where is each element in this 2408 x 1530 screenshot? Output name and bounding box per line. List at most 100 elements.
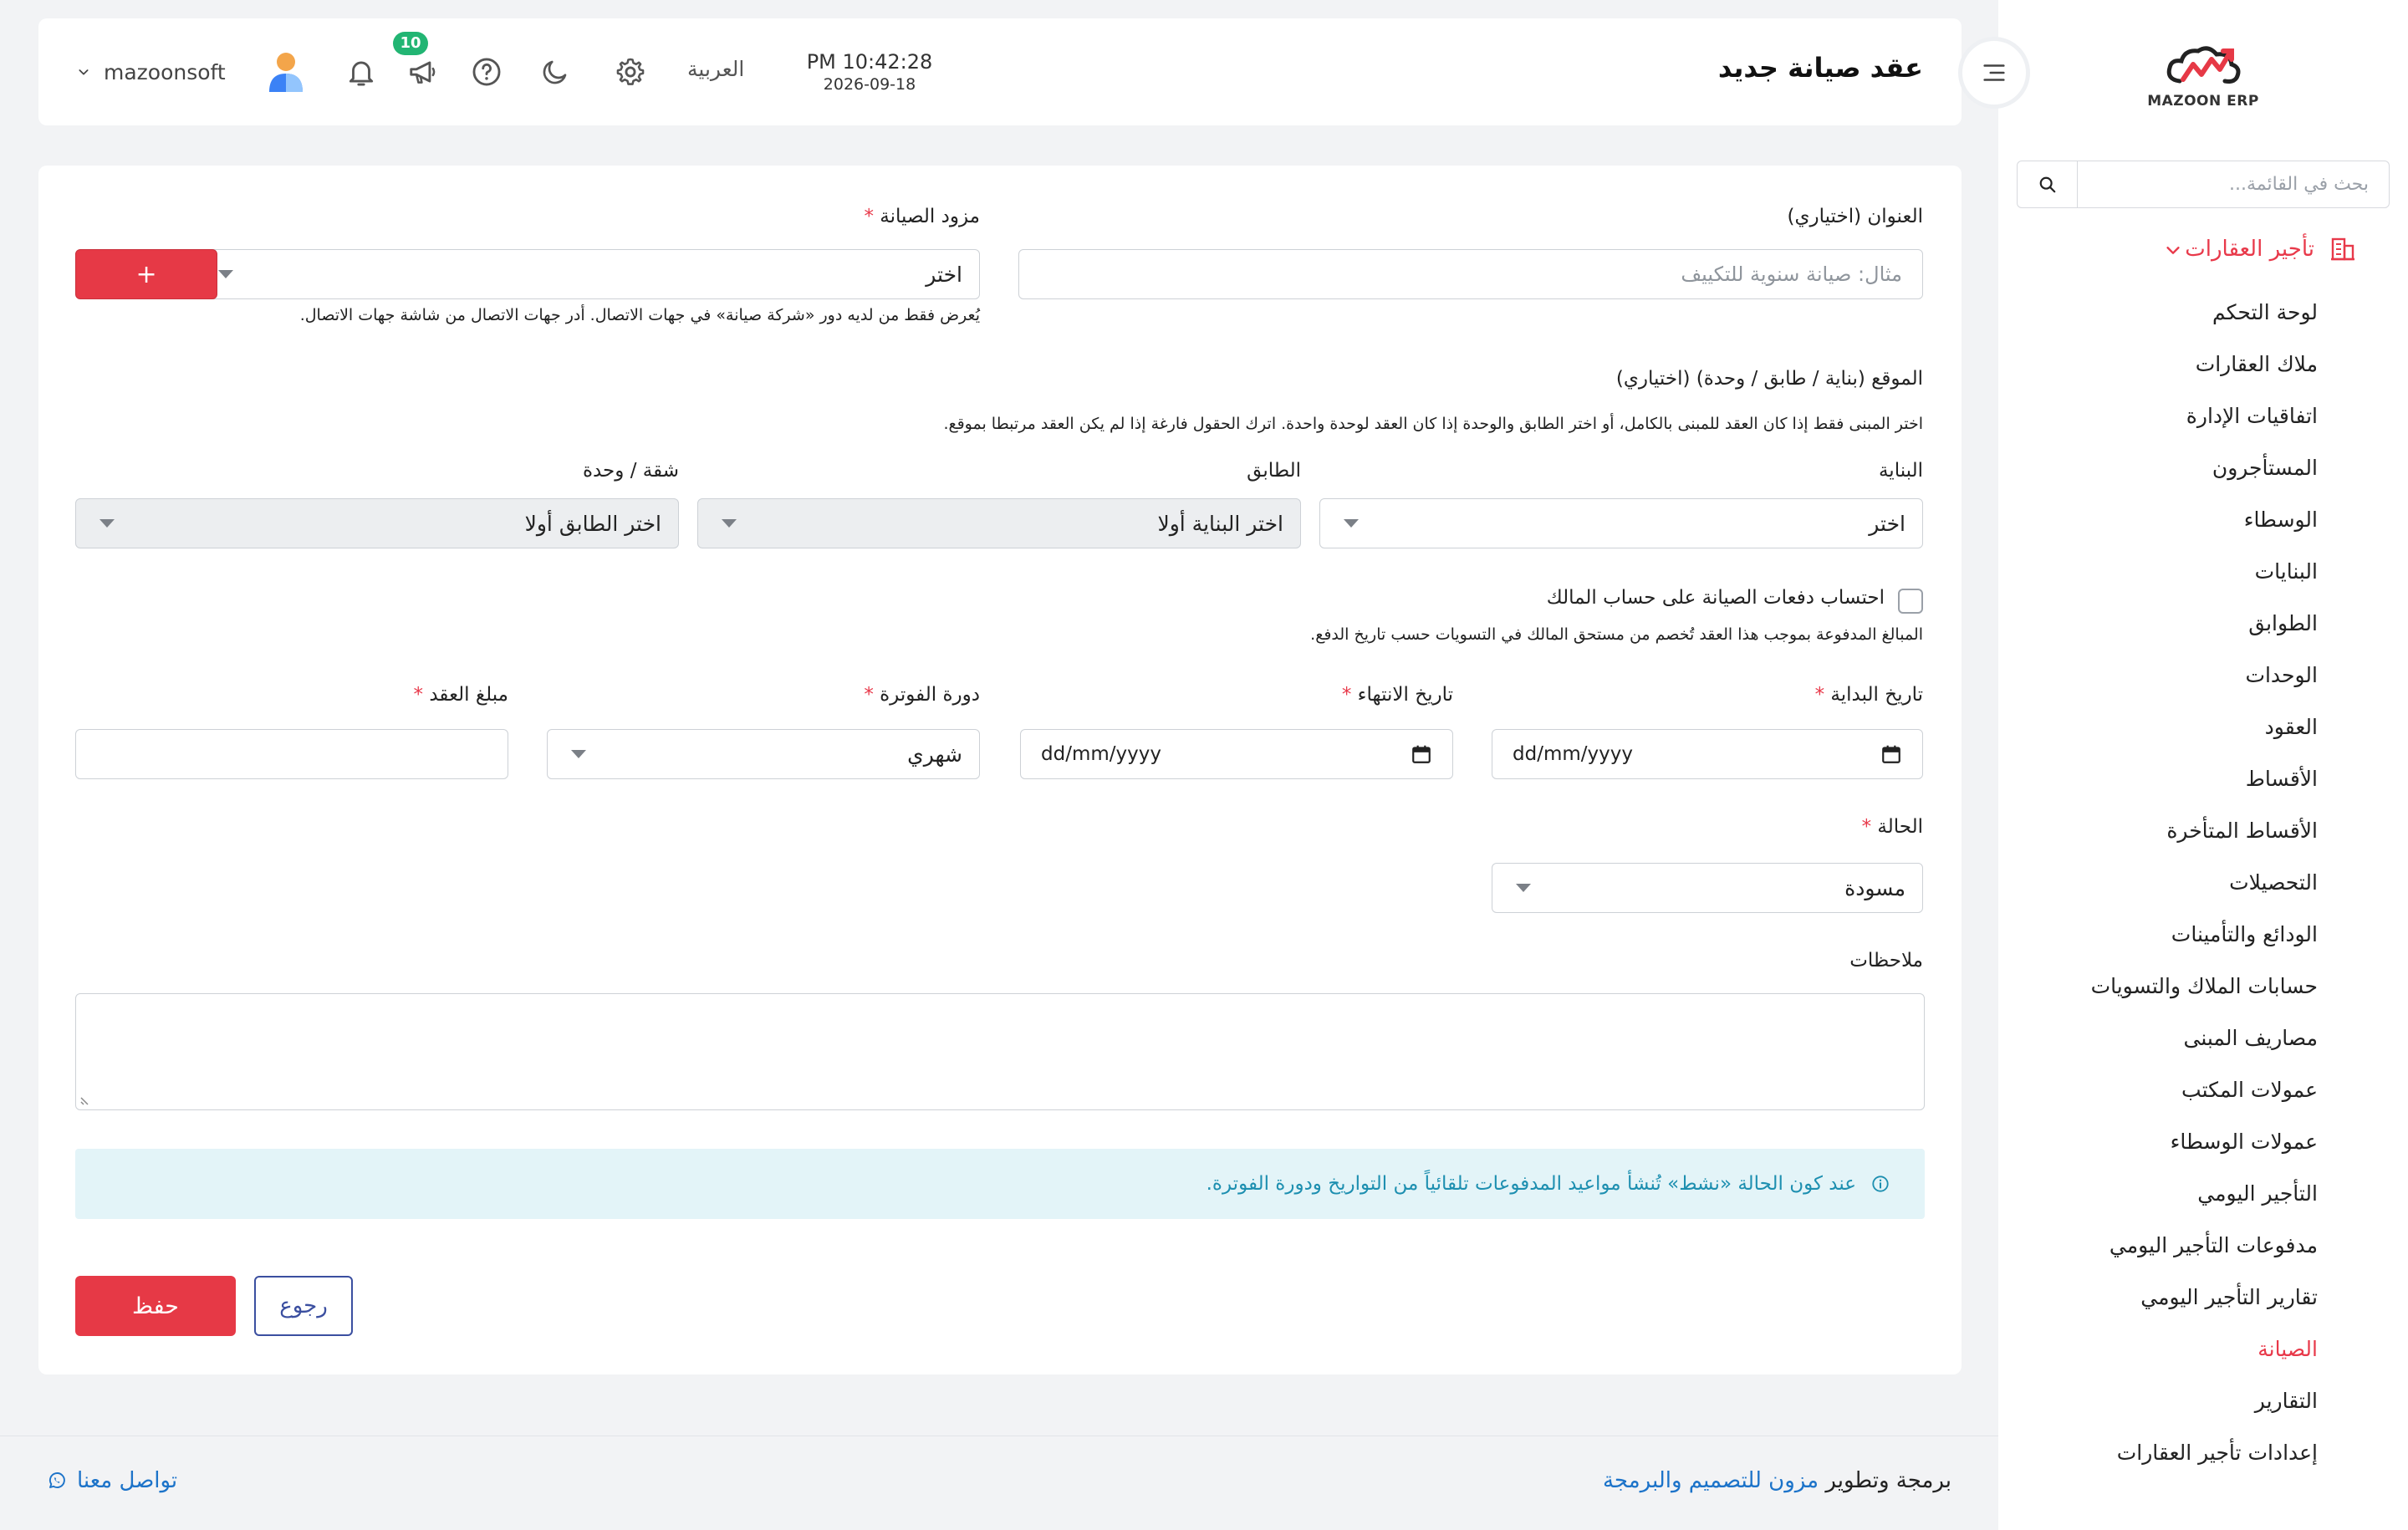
sidebar-item-floors[interactable]: الطوابق — [1998, 597, 2408, 649]
back-button[interactable]: رجوع — [254, 1276, 353, 1336]
contact-us-link[interactable]: تواصل معنا — [47, 1468, 177, 1493]
sidebar-item-brokers[interactable]: الوسطاء — [1998, 493, 2408, 545]
caret-down-icon — [1344, 519, 1359, 528]
sidebar-item-building-expenses[interactable]: مصاريف المبنى — [1998, 1012, 2408, 1063]
provider-select-value: اختر — [926, 262, 962, 287]
search-icon — [2039, 176, 2055, 192]
sidebar-group-property-rental[interactable]: تأجير العقارات — [1998, 227, 2408, 271]
sidebar-item-units[interactable]: الوحدات — [1998, 649, 2408, 701]
owner-account-checkbox[interactable] — [1898, 589, 1923, 614]
announcements-button[interactable] — [406, 55, 440, 89]
end-date-input[interactable]: dd/mm/yyyy — [1020, 729, 1453, 779]
sidebar-item-daily-rental-reports[interactable]: تقارير التأجير اليومي — [1998, 1271, 2408, 1323]
sidebar-item-contracts[interactable]: العقود — [1998, 701, 2408, 752]
owner-account-hint: المبالغ المدفوعة بموجب هذا العقد تُخصم م… — [1310, 625, 1923, 644]
sidebar-toggle-button[interactable] — [1958, 37, 2030, 109]
sidebar-item-property-owners[interactable]: ملاك العقارات — [1998, 338, 2408, 390]
resize-handle-icon[interactable] — [79, 1093, 93, 1106]
sidebar-menu: لوحة التحكم ملاك العقارات اتفاقيات الإدا… — [1998, 286, 2408, 1478]
language-switch[interactable]: العربية — [687, 57, 744, 81]
amount-label: مبلغ العقد * — [413, 684, 508, 706]
sidebar-item-dashboard[interactable]: لوحة التحكم — [1998, 286, 2408, 338]
notifications-button[interactable] — [344, 55, 378, 89]
start-date-input[interactable]: dd/mm/yyyy — [1492, 729, 1923, 779]
clock-date: 2026-09-18 — [823, 75, 916, 94]
sidebar-item-deposits[interactable]: الودائع والتأمينات — [1998, 908, 2408, 960]
sidebar-group-label: تأجير العقارات — [2185, 237, 2314, 262]
info-alert: عند كون الحالة «نشط» تُنشأ مواعيد المدفو… — [75, 1149, 1925, 1219]
settings-button[interactable] — [614, 55, 647, 89]
sidebar-item-tenants[interactable]: المستأجرون — [1998, 441, 2408, 493]
page-title: عقد صيانة جديد — [1717, 52, 1923, 84]
start-date-label: تاريخ البداية * — [1814, 684, 1923, 706]
footer-credit-prefix: برمجة وتطوير — [1825, 1468, 1951, 1493]
app-logo[interactable]: MAZOON ERP — [1998, 33, 2408, 117]
footer-credit: برمجة وتطوير مزون للتصميم والبرمجة — [1603, 1468, 1951, 1493]
provider-hint: يُعرض فقط من لديه دور «شركة صيانة» في جه… — [299, 306, 980, 324]
amount-input[interactable] — [76, 730, 508, 778]
sidebar-item-daily-rental[interactable]: التأجير اليومي — [1998, 1167, 2408, 1219]
menu-icon — [1983, 64, 2005, 81]
sidebar-item-overdue-installments[interactable]: الأقساط المتأخرة — [1998, 804, 2408, 856]
billing-cycle-value: شهري — [907, 742, 962, 767]
status-select-value: مسودة — [1844, 875, 1905, 900]
sidebar-item-office-commissions[interactable]: عمولات المكتب — [1998, 1063, 2408, 1115]
floor-label: الطابق — [1247, 460, 1301, 482]
bell-icon — [349, 61, 374, 86]
location-label: الموقع (بناية / طابق / وحدة) (اختياري) — [1615, 368, 1923, 390]
megaphone-icon — [410, 61, 436, 84]
sidebar-item-collections[interactable]: التحصيلات — [1998, 856, 2408, 908]
building-select-value: اختر — [1869, 511, 1905, 536]
sidebar-item-reports[interactable]: التقارير — [1998, 1374, 2408, 1426]
building-select[interactable]: اختر — [1319, 498, 1923, 548]
caret-down-icon — [722, 519, 737, 528]
sidebar-item-management-agreements[interactable]: اتفاقيات الإدارة — [1998, 390, 2408, 441]
billing-cycle-select[interactable]: شهري — [547, 729, 980, 779]
end-date-value: dd/mm/yyyy — [1041, 743, 1161, 765]
avatar — [268, 53, 303, 92]
info-text: عند كون الحالة «نشط» تُنشأ مواعيد المدفو… — [1206, 1173, 1856, 1195]
floor-select[interactable]: اختر البناية أولا — [697, 498, 1301, 548]
unit-select-value: اختر الطابق أولا — [524, 511, 661, 536]
sidebar-search-button[interactable] — [2018, 161, 2078, 207]
save-button[interactable]: حفظ — [75, 1276, 236, 1336]
footer-brand-link[interactable]: مزون للتصميم والبرمجة — [1603, 1468, 1819, 1493]
user-menu[interactable]: mazoonsoft — [77, 50, 304, 94]
status-select[interactable]: مسودة — [1492, 863, 1923, 913]
clock: PM 10:42:28 2026-09-18 — [794, 50, 945, 94]
chevron-down-icon[interactable] — [2164, 241, 2182, 259]
title-input[interactable] — [1019, 250, 1922, 298]
notification-badge: 10 — [393, 32, 428, 55]
unit-select[interactable]: اختر الطابق أولا — [75, 498, 679, 548]
location-hint: اختر المبنى فقط إذا كان العقد للمبنى بال… — [943, 415, 1923, 433]
help-button[interactable] — [470, 55, 503, 89]
calendar-icon[interactable] — [1411, 743, 1432, 765]
sidebar-item-owner-settlements[interactable]: حسابات الملاك والتسويات — [1998, 960, 2408, 1012]
calendar-icon[interactable] — [1880, 743, 1902, 765]
sidebar-search — [2017, 161, 2390, 208]
logo-text: MAZOON ERP — [2147, 93, 2259, 110]
provider-label: مزود الصيانة * — [864, 206, 980, 227]
theme-toggle-button[interactable] — [538, 55, 572, 89]
title-field — [1018, 249, 1923, 299]
provider-select[interactable]: اختر — [194, 249, 980, 299]
sidebar-item-rental-settings[interactable]: إعدادات تأجير العقارات — [1998, 1426, 2408, 1478]
contact-us-label: تواصل معنا — [77, 1468, 178, 1493]
sidebar-search-input[interactable] — [2078, 161, 2389, 207]
help-icon — [472, 58, 501, 86]
add-provider-button[interactable]: + — [75, 249, 217, 299]
logo-icon — [2166, 46, 2241, 84]
notes-textarea[interactable] — [75, 993, 1925, 1110]
top-header: عقد صيانة جديد PM 10:42:28 2026-09-18 ال… — [38, 18, 1962, 125]
sidebar-item-installments[interactable]: الأقساط — [1998, 752, 2408, 804]
floor-select-value: اختر البناية أولا — [1157, 511, 1283, 536]
caret-down-icon — [218, 270, 233, 278]
caret-down-icon — [571, 750, 586, 758]
username: mazoonsoft — [104, 59, 226, 84]
sidebar-item-daily-rental-payments[interactable]: مدفوعات التأجير اليومي — [1998, 1219, 2408, 1271]
chevron-down-icon — [79, 69, 89, 75]
sidebar-item-broker-commissions[interactable]: عمولات الوسطاء — [1998, 1115, 2408, 1167]
sidebar-item-buildings[interactable]: البنايات — [1998, 545, 2408, 597]
start-date-value: dd/mm/yyyy — [1513, 743, 1633, 765]
sidebar-item-maintenance[interactable]: الصيانة — [1998, 1323, 2408, 1374]
